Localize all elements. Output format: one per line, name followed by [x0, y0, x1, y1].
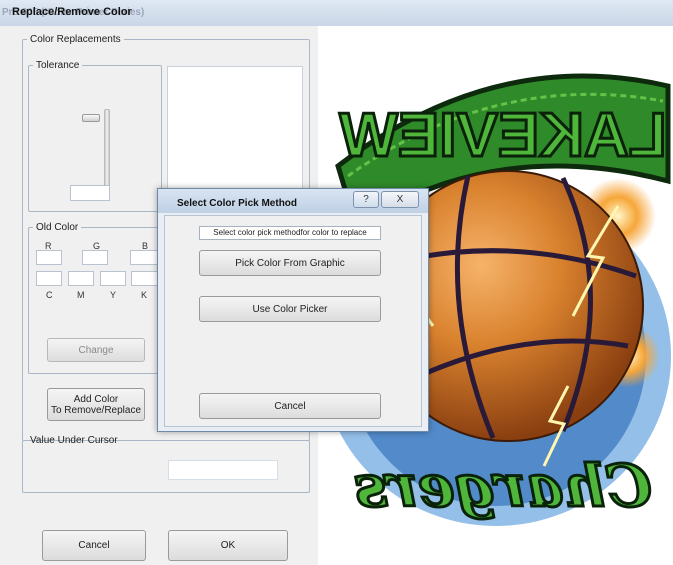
tolerance-legend: Tolerance [36, 60, 80, 71]
close-button[interactable]: X [381, 191, 419, 208]
pick-color-from-graphic-button[interactable]: Pick Color From Graphic [199, 250, 381, 276]
dialog-title: Replace/Remove Color [12, 6, 132, 18]
cancel-button[interactable]: Cancel [42, 530, 146, 561]
modal-cancel-button[interactable]: Cancel [199, 393, 381, 419]
use-color-picker-button[interactable]: Use Color Picker [199, 296, 381, 322]
color-replacements-legend: Color Replacements [30, 34, 121, 45]
chargers-script-lettering: Chargers [354, 452, 651, 520]
label-y: Y [110, 290, 117, 300]
modal-title: Select Color Pick Method [177, 198, 298, 209]
r-input[interactable] [36, 250, 62, 265]
value-under-cursor-legend: Value Under Cursor [30, 435, 118, 446]
label-k: K [141, 290, 148, 300]
c-input[interactable] [36, 271, 62, 286]
change-button[interactable]: Change [47, 338, 145, 362]
modal-body: Select color pick methodfor color to rep… [164, 215, 422, 427]
tolerance-slider-thumb[interactable] [82, 114, 100, 122]
lakeview-lettering: LAKEVIEW [339, 101, 667, 170]
tolerance-value-field[interactable] [70, 185, 110, 201]
m-input[interactable] [68, 271, 94, 286]
help-button[interactable]: ? [353, 191, 379, 208]
instruction-text: Select color pick methodfor color to rep… [199, 226, 381, 240]
g-input[interactable] [82, 250, 108, 265]
window-titlebar: Pro 605 (IColor Printer Series) Replace/… [0, 0, 673, 26]
value-under-cursor-display [168, 460, 278, 480]
b-input[interactable] [130, 250, 158, 265]
y-input[interactable] [100, 271, 126, 286]
add-color-line2: To Remove/Replace [50, 404, 142, 416]
modal-titlebar: Select Color Pick Method ? X [158, 189, 428, 213]
k-input[interactable] [131, 271, 158, 286]
select-color-pick-method-dialog: Select Color Pick Method ? X Select colo… [157, 188, 429, 432]
old-color-legend: Old Color [36, 222, 79, 233]
label-c: C [46, 290, 53, 300]
ok-button[interactable]: OK [168, 530, 288, 561]
label-m: M [77, 290, 85, 300]
add-color-button[interactable]: Add Color To Remove/Replace [47, 388, 145, 421]
add-color-line1: Add Color [73, 393, 119, 405]
